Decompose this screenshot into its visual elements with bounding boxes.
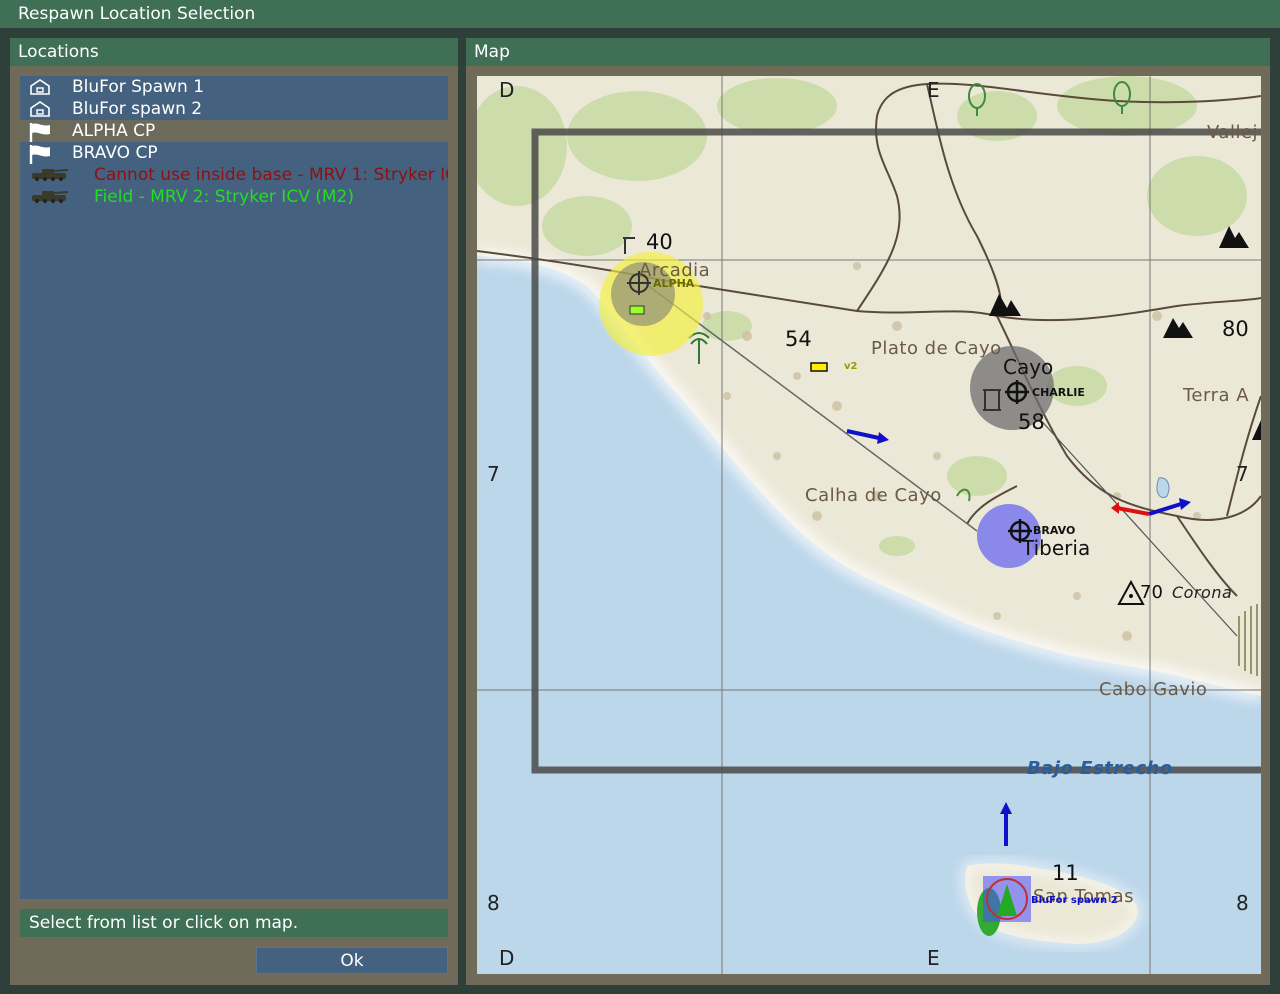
- map-panel-title: Map: [466, 38, 1270, 66]
- flag-icon: [28, 144, 68, 164]
- locations-panel: Locations BluFor Spawn 1 BluFor spawn 2 AL…: [10, 38, 458, 985]
- place-calha-de-cayo: Calha de Cayo: [805, 485, 942, 506]
- location-item[interactable]: Cannot use inside base - MRV 1: Stryker …: [20, 164, 448, 186]
- locations-panel-title: Locations: [10, 38, 458, 66]
- marker-charlie-label: CHARLIE: [1032, 386, 1085, 399]
- location-item-label: Cannot use inside base - MRV 1: Stryker …: [94, 165, 448, 185]
- marker-blufor-spawn-2-label: BluFor spawn 2: [1031, 895, 1118, 906]
- ok-button[interactable]: Ok: [256, 947, 448, 974]
- vehicle-marker-mrv2: [629, 305, 645, 315]
- place-bajo-estrecho: Bajo Estrecho: [1027, 758, 1173, 779]
- location-item[interactable]: ALPHA CP: [20, 120, 448, 142]
- place-terra: Terra A: [1183, 385, 1250, 406]
- marker-v2-label: v2: [844, 361, 858, 372]
- marker-alpha-label: ALPHA: [653, 277, 695, 290]
- grid-label-bottom-e: E: [927, 946, 940, 970]
- grid-label-left-7: 7: [487, 462, 500, 486]
- grid-label-top-e: E: [927, 78, 940, 102]
- map-canvas[interactable]: D E 7 7 8 8 D E 40 54 80 58 70 11 Arcadi…: [477, 76, 1261, 974]
- location-item[interactable]: BluFor spawn 2: [20, 98, 448, 120]
- grid-label-right-8: 8: [1236, 891, 1249, 915]
- grid-label-left-8: 8: [487, 891, 500, 915]
- location-list[interactable]: BluFor Spawn 1 BluFor spawn 2 ALPHA CP BRAV…: [20, 76, 448, 899]
- window-title: Respawn Location Selection: [0, 0, 1280, 28]
- location-item-label: Field - MRV 2: Stryker ICV (M2): [94, 187, 354, 207]
- location-item-label: BRAVO CP: [72, 143, 158, 163]
- v2-marker: [810, 362, 828, 372]
- elevation-58: 58: [1018, 410, 1045, 434]
- elevation-80: 80: [1222, 317, 1249, 341]
- place-corona: Corona: [1172, 583, 1233, 602]
- location-item-label: ALPHA CP: [72, 121, 156, 141]
- grid-label-bottom-d: D: [499, 946, 515, 970]
- map-panel: Map D E 7 7 8 8 D E 40 54 80 58 70 11 Ar…: [466, 38, 1270, 985]
- location-item-label: BluFor Spawn 1: [72, 77, 205, 97]
- place-cabo-gavio: Cabo Gavio: [1099, 679, 1208, 700]
- place-tiberia: Tiberia: [1022, 536, 1091, 560]
- tank-icon: [28, 188, 69, 206]
- place-vallej: Vallej: [1207, 122, 1259, 143]
- elevation-70: 70: [1140, 582, 1163, 603]
- grid-label-right-7: 7: [1236, 462, 1249, 486]
- map-terrain: [477, 76, 1261, 974]
- elevation-40: 40: [646, 230, 673, 254]
- tank-icon: [28, 166, 69, 184]
- location-item[interactable]: Field - MRV 2: Stryker ICV (M2): [20, 186, 448, 208]
- flag-icon: [28, 122, 68, 142]
- base-icon: [28, 78, 68, 96]
- location-item-label: BluFor spawn 2: [72, 99, 203, 119]
- base-icon: [28, 100, 68, 118]
- status-message: Select from list or click on map.: [20, 909, 448, 937]
- location-item[interactable]: BRAVO CP: [20, 142, 448, 164]
- marker-bravo-label: BRAVO: [1033, 524, 1076, 537]
- location-item[interactable]: BluFor Spawn 1: [20, 76, 448, 98]
- elevation-54: 54: [785, 327, 812, 351]
- place-plato-de-cayo: Plato de Cayo: [871, 338, 1002, 359]
- place-cayo: Cayo: [1003, 355, 1054, 379]
- grid-label-top-d: D: [499, 78, 515, 102]
- blufor-arrow-3: [1000, 802, 1012, 846]
- elevation-11: 11: [1052, 861, 1079, 885]
